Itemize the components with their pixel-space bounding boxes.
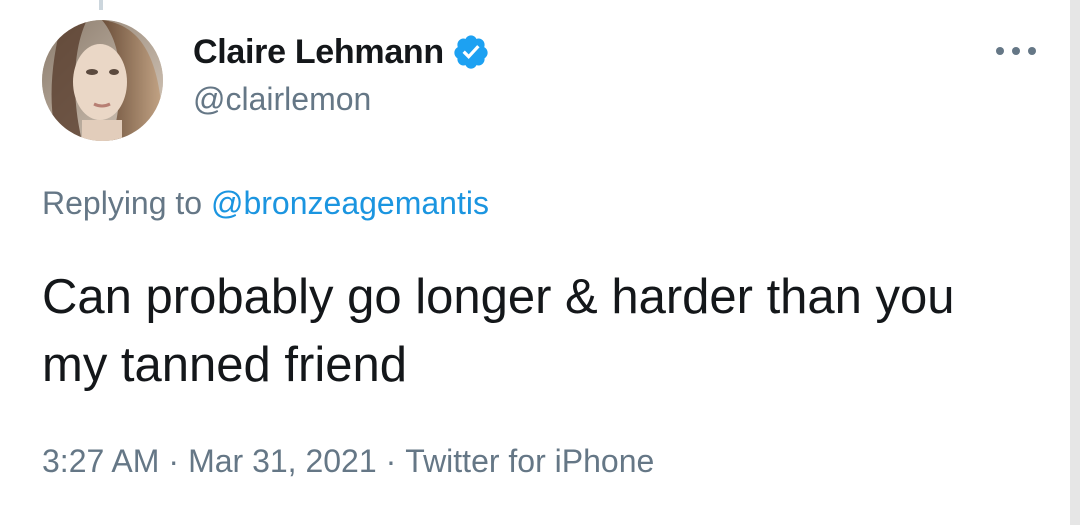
tweet-date[interactable]: Mar 31, 2021: [188, 443, 377, 479]
avatar[interactable]: [42, 20, 163, 141]
tweet-text: Can probably go longer & harder than you…: [42, 270, 955, 392]
replying-to-label: Replying to: [42, 185, 203, 221]
more-dot: [1012, 47, 1020, 55]
author-handle[interactable]: @clairlemon: [193, 81, 371, 118]
verified-badge-icon: [452, 33, 490, 71]
replying-to-line: Replying to @bronzeagemantis: [42, 185, 489, 222]
more-options-icon[interactable]: [994, 36, 1038, 66]
tweet-time[interactable]: 3:27 AM: [42, 443, 159, 479]
more-dot: [996, 47, 1004, 55]
tweet-meta: 3:27 AM · Mar 31, 2021 · Twitter for iPhone: [42, 443, 654, 480]
scrollbar-track[interactable]: [1070, 0, 1080, 525]
tweet-source[interactable]: Twitter for iPhone: [405, 443, 654, 479]
author-name-row[interactable]: Claire Lehmann: [193, 30, 490, 74]
thread-connector-line: [99, 0, 103, 10]
more-dot: [1028, 47, 1036, 55]
meta-separator: ·: [168, 443, 180, 479]
avatar-image: [42, 20, 163, 141]
meta-separator: ·: [385, 443, 397, 479]
reply-mention-link[interactable]: @bronzeagemantis: [211, 185, 489, 221]
author-display-name[interactable]: Claire Lehmann: [193, 33, 444, 72]
